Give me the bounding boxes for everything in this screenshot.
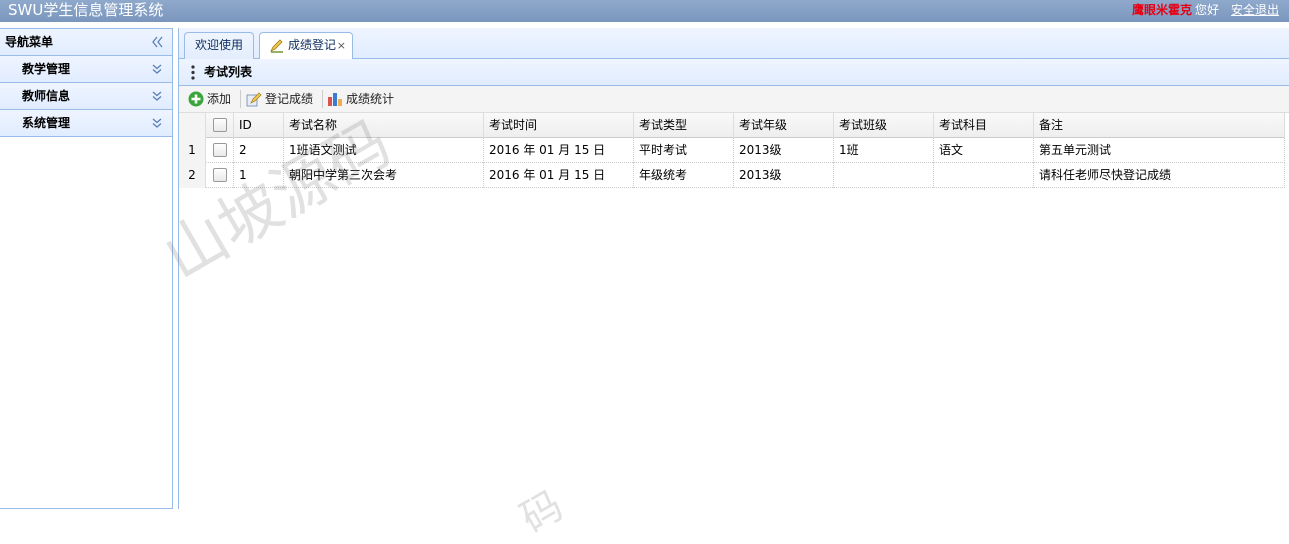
column-header[interactable]: 考试时间 (484, 113, 634, 138)
select-all-cell (206, 113, 234, 138)
cell-type: 年级统考 (634, 163, 734, 188)
add-icon (188, 91, 204, 107)
double-chevron-down-icon (152, 118, 162, 128)
cell-name: 朝阳中学第三次会考 (284, 163, 484, 188)
column-header[interactable]: 考试科目 (934, 113, 1034, 138)
sidebar-item-teaching[interactable]: 教学管理 (0, 56, 172, 83)
add-button[interactable]: 添加 (188, 88, 236, 110)
column-header[interactable]: 考试年级 (734, 113, 834, 138)
stats-label: 成绩统计 (346, 92, 395, 106)
bar-chart-icon (328, 93, 342, 106)
top-bar: SWU学生信息管理系统 鹰眼米霍克 您好 安全退出 (0, 0, 1289, 22)
sidebar-item-teacher[interactable]: 教师信息 (0, 83, 172, 110)
table-row[interactable]: 2 1 朝阳中学第三次会考 2016 年 01 月 15 日 年级统考 2013… (179, 163, 1285, 188)
tab-label: 成绩登记 (288, 38, 337, 52)
sidebar-header: 导航菜单 (0, 29, 172, 56)
main-area: 欢迎使用 成绩登记 × 考试列表 添加 登记成绩 成绩统计 ID 考试名称 考试… (178, 28, 1289, 509)
cell-name: 1班语文测试 (284, 138, 484, 163)
cell-time: 2016 年 01 月 15 日 (484, 163, 634, 188)
pencil-icon (270, 39, 283, 53)
cell-subject: 语文 (934, 138, 1034, 163)
sidebar-item-system[interactable]: 系统管理 (0, 110, 172, 137)
cell-class: 1班 (834, 138, 934, 163)
column-header[interactable]: 考试班级 (834, 113, 934, 138)
row-select-cell (206, 163, 234, 188)
cell-id: 2 (234, 138, 284, 163)
tab-grade-register[interactable]: 成绩登记 × (259, 32, 353, 60)
row-number: 2 (179, 163, 206, 188)
user-area: 鹰眼米霍克 您好 安全退出 (1132, 0, 1279, 20)
row-number: 1 (179, 138, 206, 163)
toolbar: 添加 登记成绩 成绩统计 (179, 86, 1289, 113)
row-checkbox[interactable] (213, 143, 227, 157)
sidebar-title: 导航菜单 (5, 35, 54, 49)
row-select-cell (206, 138, 234, 163)
exam-table: ID 考试名称 考试时间 考试类型 考试年级 考试班级 考试科目 备注 1 2 … (179, 113, 1285, 188)
add-label: 添加 (207, 92, 232, 106)
double-chevron-down-icon (152, 91, 162, 101)
tab-bar: 欢迎使用 成绩登记 × (179, 28, 1289, 60)
cell-grade: 2013级 (734, 138, 834, 163)
column-header[interactable]: ID (234, 113, 284, 138)
cell-subject (934, 163, 1034, 188)
close-icon[interactable]: × (337, 33, 346, 58)
register-grade-button[interactable]: 登记成绩 (246, 88, 318, 110)
panel-header: 考试列表 (179, 59, 1289, 86)
cell-grade: 2013级 (734, 163, 834, 188)
logout-link[interactable]: 安全退出 (1231, 3, 1279, 17)
row-number-header (179, 113, 206, 138)
user-name: 鹰眼米霍克 (1131, 3, 1192, 17)
greeting-text: 您好 (1194, 3, 1219, 17)
nav-sidebar: 导航菜单 教学管理 教师信息 系统管理 (0, 28, 173, 509)
cell-type: 平时考试 (634, 138, 734, 163)
sidebar-item-label: 教学管理 (22, 62, 71, 76)
table-header: ID 考试名称 考试时间 考试类型 考试年级 考试班级 考试科目 备注 (179, 113, 1285, 138)
column-header[interactable]: 考试名称 (284, 113, 484, 138)
panel-title: 考试列表 (204, 65, 253, 79)
double-chevron-left-icon[interactable] (150, 32, 164, 52)
tab-welcome[interactable]: 欢迎使用 (184, 32, 254, 59)
cell-remark: 请科任老师尽快登记成绩 (1034, 163, 1285, 188)
app-title: SWU学生信息管理系统 (8, 1, 164, 19)
column-header[interactable]: 考试类型 (634, 113, 734, 138)
sidebar-item-label: 系统管理 (22, 116, 71, 130)
cell-class (834, 163, 934, 188)
toolbar-divider (240, 90, 241, 108)
register-label: 登记成绩 (265, 92, 314, 106)
sidebar-item-label: 教师信息 (22, 89, 71, 103)
cell-time: 2016 年 01 月 15 日 (484, 138, 634, 163)
row-checkbox[interactable] (213, 168, 227, 182)
select-all-checkbox[interactable] (213, 118, 227, 132)
edit-icon (246, 92, 262, 107)
cell-id: 1 (234, 163, 284, 188)
column-header[interactable]: 备注 (1034, 113, 1285, 138)
toolbar-divider (322, 90, 323, 108)
statistics-button[interactable]: 成绩统计 (327, 88, 399, 110)
table-row[interactable]: 1 2 1班语文测试 2016 年 01 月 15 日 平时考试 2013级 1… (179, 138, 1285, 163)
vertical-dots-icon (191, 65, 195, 80)
double-chevron-down-icon (152, 64, 162, 74)
cell-remark: 第五单元测试 (1034, 138, 1285, 163)
